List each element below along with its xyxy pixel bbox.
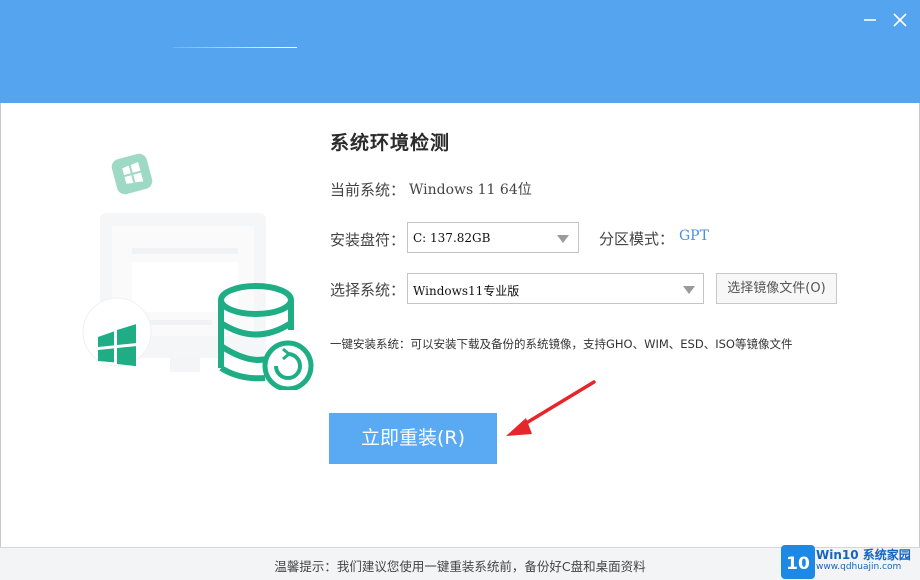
svg-text:10: 10 bbox=[786, 554, 810, 574]
title-decoration-line bbox=[173, 47, 297, 48]
red-arrow-annotation bbox=[506, 380, 596, 436]
current-system-label: 当前系统： bbox=[330, 181, 406, 199]
select-system-label: 选择系统： bbox=[330, 281, 406, 299]
chevron-down-icon bbox=[557, 235, 569, 243]
minimize-icon bbox=[864, 19, 876, 21]
install-disk-value: C: 137.82GB bbox=[413, 231, 491, 245]
watermark-title: Win10 系统家园 bbox=[816, 548, 911, 562]
install-disk-label: 安装盘符： bbox=[330, 231, 406, 249]
win10-logo-icon: 10 bbox=[781, 545, 815, 579]
page-title: 系统环境检测 bbox=[330, 132, 451, 154]
partition-mode-value: GPT bbox=[679, 228, 709, 244]
one-click-install-note: 一键安装系统：可以安装下载及备份的系统镜像，支持GHO、WIM、ESD、ISO等… bbox=[330, 337, 793, 351]
close-button[interactable] bbox=[889, 9, 911, 31]
select-image-button[interactable]: 选择镜像文件(O) bbox=[716, 273, 837, 304]
close-icon bbox=[893, 13, 907, 27]
windows-logo-icon bbox=[82, 297, 152, 367]
chevron-down-icon bbox=[683, 286, 695, 294]
site-watermark: 10 Win10 系统家园 www.qdhuajin.com bbox=[778, 540, 920, 580]
windows-tile-icon bbox=[111, 153, 153, 195]
title-bar bbox=[0, 0, 920, 103]
partition-mode-label: 分区模式： bbox=[599, 230, 675, 248]
select-system-dropdown[interactable]: Windows11专业版 bbox=[407, 273, 704, 304]
watermark-url: www.qdhuajin.com bbox=[816, 562, 902, 572]
system-check-illustration bbox=[82, 153, 314, 390]
window-left-border bbox=[0, 103, 1, 580]
minimize-button[interactable] bbox=[859, 9, 881, 31]
select-system-value: Windows11专业版 bbox=[413, 284, 520, 298]
reinstall-now-button[interactable]: 立即重装(R) bbox=[329, 413, 497, 464]
current-system-value: Windows 11 64位 bbox=[409, 182, 532, 198]
install-disk-select[interactable]: C: 137.82GB bbox=[407, 222, 579, 253]
